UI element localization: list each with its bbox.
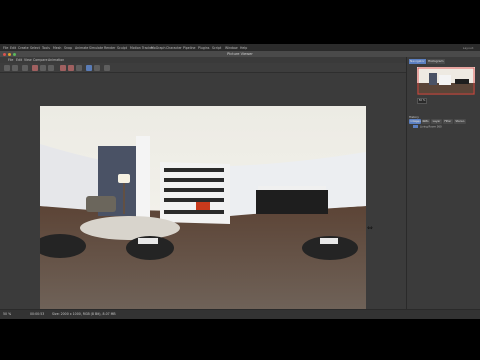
rug (80, 216, 180, 240)
open-image-icon[interactable] (48, 64, 54, 71)
menu-animate[interactable]: Animate (75, 45, 88, 51)
render-view-icon[interactable] (4, 64, 10, 71)
floor-lamp-shade (118, 174, 130, 183)
pillar (136, 136, 150, 218)
menu-simulate[interactable]: Simulate (89, 45, 103, 51)
menu-snap[interactable]: Snap (64, 45, 72, 51)
menu-plugins[interactable]: Plugins (198, 45, 209, 51)
tv-unit (256, 190, 328, 214)
cinema4d-window: File Edit Create Select Tools Mesh Snap … (0, 44, 480, 319)
navigator-thumbnail[interactable] (417, 67, 475, 95)
menu-character[interactable]: Character (166, 45, 182, 51)
zoom-icon[interactable] (104, 64, 110, 71)
menu-create[interactable]: Create (18, 45, 29, 51)
fit-to-screen-icon[interactable] (94, 64, 100, 71)
menu-pipeline[interactable]: Pipeline (183, 45, 195, 51)
menu-sculpt[interactable]: Sculpt (117, 45, 127, 51)
menu-motion-tracker[interactable]: Motion Tracker (130, 45, 153, 51)
picture-viewer-toolbar (0, 63, 406, 73)
rendered-panorama-image (40, 106, 366, 309)
tv-unit-top (258, 186, 326, 190)
single-pass-icon[interactable] (76, 64, 82, 71)
ab-compare-icon[interactable] (86, 64, 92, 71)
magazine-right (320, 238, 338, 244)
rgb-channel-icon[interactable] (60, 64, 66, 71)
save-image-icon[interactable] (40, 64, 46, 71)
menu-script[interactable]: Script (212, 45, 221, 51)
video-frame: File Edit Create Select Tools Mesh Snap … (0, 0, 480, 360)
status-image-info: Size: 2000 x 1000, RGB (8 Bit), 8.07 MB (52, 312, 116, 316)
magazine (138, 238, 158, 244)
tab-navigator[interactable]: Navigator (409, 59, 426, 64)
render-to-viewer-icon[interactable] (32, 64, 38, 71)
mouse-cursor: ⇔ (367, 224, 373, 232)
layout-label[interactable]: Layout: (463, 46, 474, 50)
status-zoom[interactable]: 50 % (3, 310, 11, 319)
menu-mesh[interactable]: Mesh (53, 45, 61, 51)
history-row-header: Image Info (413, 120, 427, 123)
fireplace (196, 202, 210, 210)
right-panel: Navigator Histogram 50 % Image Info Layer F… (406, 57, 480, 309)
navigator-zoom-field[interactable]: 50 % (417, 98, 427, 104)
tab-histogram[interactable]: Histogram (427, 59, 445, 64)
menu-edit[interactable]: Edit (10, 45, 16, 51)
history-thumb (413, 125, 418, 128)
armchair (86, 196, 116, 212)
history-row-item[interactable]: Living Room 360 (413, 125, 479, 129)
menu-mograph[interactable]: MoGraph (151, 45, 165, 51)
menu-render[interactable]: Render (104, 45, 115, 51)
info-tabs: Image Info Layer Filter Stereo (409, 107, 467, 124)
menu-help[interactable]: Help (240, 45, 247, 51)
main-menubar: File Edit Create Select Tools Mesh Snap … (0, 44, 480, 51)
status-bar: 50 % 00:00:53 Size: 2000 x 1000, RGB (8 … (0, 309, 480, 319)
menu-select[interactable]: Select (30, 45, 40, 51)
render-region-icon[interactable] (12, 64, 18, 71)
status-time: 00:00:53 (30, 312, 45, 316)
stop-render-icon[interactable] (22, 64, 28, 71)
history-title: History (409, 115, 419, 119)
alpha-channel-icon[interactable] (68, 64, 74, 71)
menu-tools[interactable]: Tools (42, 45, 50, 51)
menu-file[interactable]: File (3, 45, 8, 51)
menu-window[interactable]: Window (225, 45, 238, 51)
